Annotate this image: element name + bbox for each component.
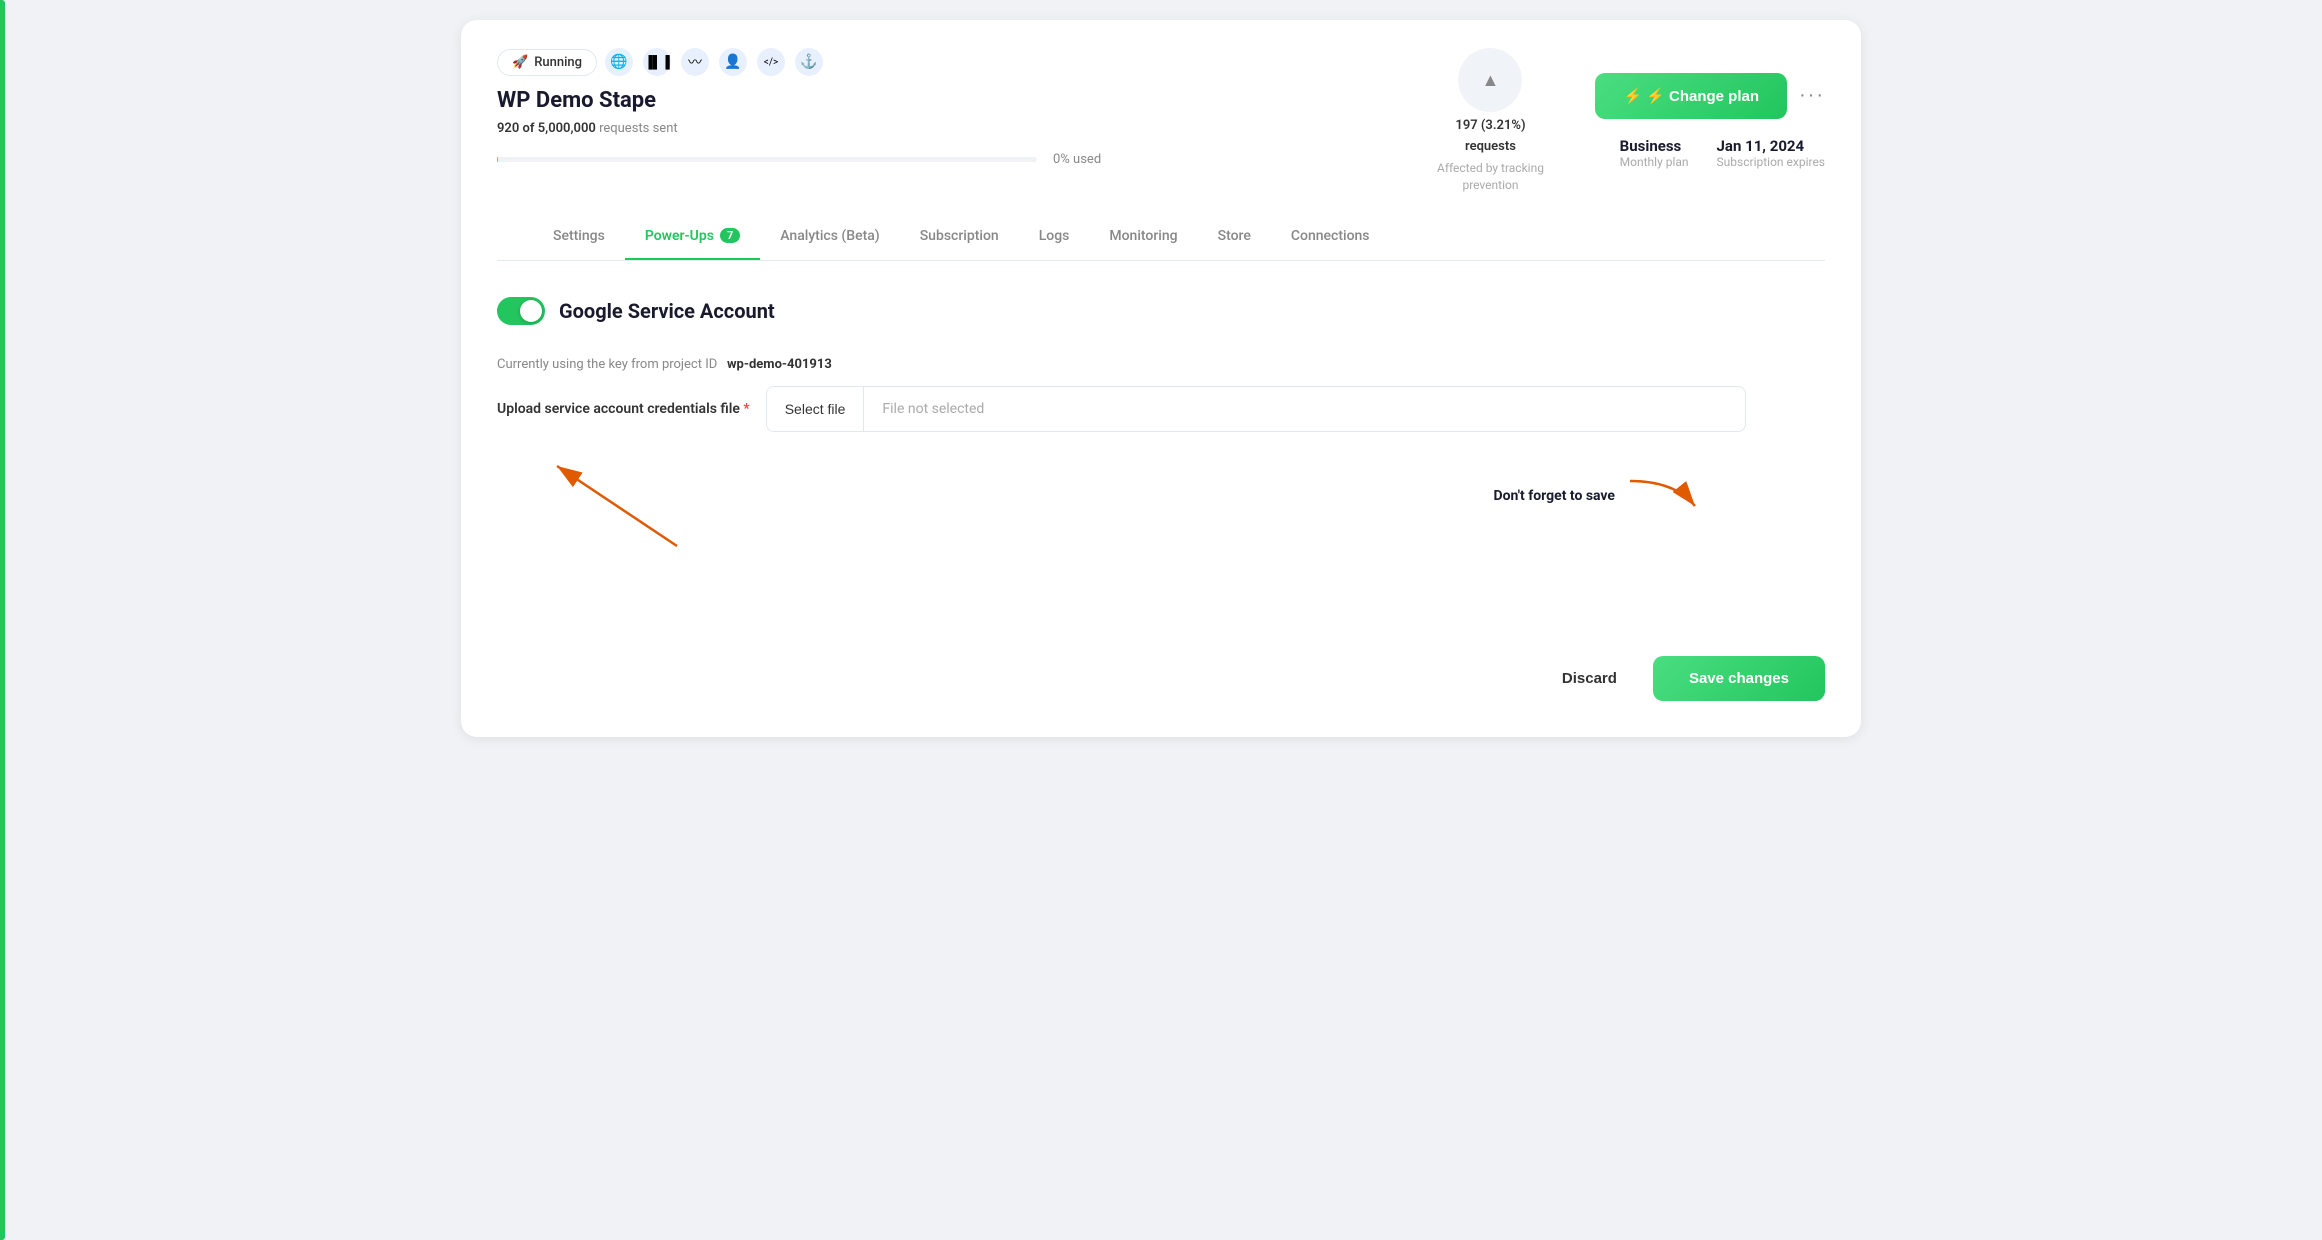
progress-bar-container: 0% used [497, 152, 1385, 167]
tab-analytics[interactable]: Analytics (Beta) [760, 214, 899, 260]
upload-field-row: Upload service account credentials file … [497, 386, 1825, 432]
google-service-toggle[interactable] [497, 297, 545, 325]
tab-logs-label: Logs [1039, 228, 1070, 244]
tab-subscription-label: Subscription [920, 228, 999, 244]
status-label: Running [534, 55, 582, 70]
change-plan-label: ⚡ Change plan [1646, 87, 1759, 105]
requests-count: 920 of 5,000,000 [497, 121, 596, 136]
tab-settings[interactable]: Settings [533, 214, 625, 260]
powerups-badge: 7 [720, 228, 740, 243]
annotation-area: Don't forget to save [497, 456, 1825, 576]
plan-info: Business Monthly plan Jan 11, 2024 Subsc… [1620, 137, 1825, 169]
anchor-icon: ⚓ [795, 48, 823, 76]
tab-monitoring-label: Monitoring [1109, 228, 1177, 244]
tab-logs[interactable]: Logs [1019, 214, 1090, 260]
dont-forget-text: Don't forget to save [1494, 488, 1616, 504]
tracking-widget: ▲ 197 (3.21%) requests Affected by track… [1425, 48, 1555, 194]
required-star: * [743, 401, 749, 417]
save-changes-button[interactable]: Save changes [1653, 656, 1825, 701]
tab-store[interactable]: Store [1198, 214, 1271, 260]
plan-date-detail: Jan 11, 2024 Subscription expires [1717, 137, 1825, 169]
rocket-icon: 🚀 [512, 55, 528, 70]
dont-forget-annotation: Don't forget to save [1494, 476, 1706, 516]
project-id-description: Currently using the key from project ID [497, 357, 717, 372]
progress-track [497, 157, 1037, 162]
site-name: WP Demo Stape [497, 88, 1385, 113]
select-file-button[interactable]: Select file [767, 387, 865, 431]
requests-info: 920 of 5,000,000 requests sent [497, 121, 1385, 136]
plan-detail: Business Monthly plan [1620, 137, 1689, 169]
main-card: 🚀 Running 🌐 ▐▌▐ 〰 👤 </> ⚓ WP Demo Stape … [461, 20, 1861, 737]
plan-name: Business [1620, 137, 1689, 155]
tracking-stats: 197 (3.21%) [1455, 118, 1525, 133]
annotation-arrow-svg [527, 456, 727, 556]
form-area: Currently using the key from project ID … [497, 357, 1825, 701]
subscription-expires-label: Subscription expires [1717, 155, 1825, 169]
globe-icon: 🌐 [605, 48, 633, 76]
code-icon: </> [757, 48, 785, 76]
bottom-row: Discard Save changes [497, 636, 1825, 701]
tab-powerups[interactable]: Power-Ups 7 [625, 214, 760, 260]
bars-icon: ▐▌▐ [643, 48, 671, 76]
section-title: Google Service Account [559, 299, 775, 323]
requests-label: requests sent [599, 121, 678, 136]
person-icon: 👤 [719, 48, 747, 76]
plan-monthly: Monthly plan [1620, 155, 1689, 169]
tracking-circle: ▲ [1458, 48, 1522, 112]
project-id-value: wp-demo-401913 [727, 357, 832, 372]
tab-monitoring[interactable]: Monitoring [1089, 214, 1197, 260]
tab-subscription[interactable]: Subscription [900, 214, 1019, 260]
discard-button[interactable]: Discard [1542, 656, 1637, 701]
header-section: 🚀 Running 🌐 ▐▌▐ 〰 👤 </> ⚓ WP Demo Stape … [461, 20, 1861, 261]
change-plan-button[interactable]: ⚡ ⚡ Change plan [1595, 73, 1787, 119]
file-placeholder: File not selected [864, 387, 1744, 431]
tab-connections-label: Connections [1291, 228, 1370, 244]
top-center-right: ▲ 197 (3.21%) requests Affected by track… [1425, 48, 1825, 194]
wave-icon: 〰 [681, 48, 709, 76]
icon-group: 🌐 ▐▌▐ 〰 👤 </> ⚓ [605, 48, 823, 76]
tabs-row: Settings Power-Ups 7 Analytics (Beta) Su… [497, 214, 1825, 261]
tracking-sublabel: requests [1465, 139, 1516, 154]
status-row: 🚀 Running 🌐 ▐▌▐ 〰 👤 </> ⚓ [497, 48, 1385, 76]
upload-label: Upload service account credentials file … [497, 401, 750, 417]
status-badge: 🚀 Running [497, 49, 597, 76]
tab-store-label: Store [1218, 228, 1251, 244]
percent-label: 0% used [1053, 152, 1101, 167]
header-top-row: 🚀 Running 🌐 ▐▌▐ 〰 👤 </> ⚓ WP Demo Stape … [497, 48, 1825, 194]
save-arrow-svg [1625, 476, 1705, 516]
project-id-label: Currently using the key from project ID … [497, 357, 1825, 372]
lightning-icon: ⚡ [1623, 87, 1642, 105]
upload-label-text: Upload service account credentials file [497, 401, 740, 417]
toggle-knob [520, 300, 542, 322]
file-input-container: Select file File not selected [766, 386, 1746, 432]
left-info: 🚀 Running 🌐 ▐▌▐ 〰 👤 </> ⚓ WP Demo Stape … [497, 48, 1385, 171]
tab-analytics-label: Analytics (Beta) [780, 228, 879, 244]
tab-connections[interactable]: Connections [1271, 214, 1390, 260]
tab-settings-label: Settings [553, 228, 605, 244]
tab-powerups-label: Power-Ups [645, 228, 714, 244]
chevron-up-icon: ▲ [1482, 70, 1500, 91]
content-section: Google Service Account Currently using t… [461, 261, 1861, 737]
more-options-button[interactable]: ··· [1799, 84, 1825, 107]
right-panel: ⚡ ⚡ Change plan ··· Business Monthly pla… [1595, 73, 1825, 169]
tracking-prevention-label: Affected by tracking prevention [1425, 160, 1555, 194]
section-header: Google Service Account [497, 297, 1825, 325]
plan-date: Jan 11, 2024 [1717, 137, 1825, 155]
